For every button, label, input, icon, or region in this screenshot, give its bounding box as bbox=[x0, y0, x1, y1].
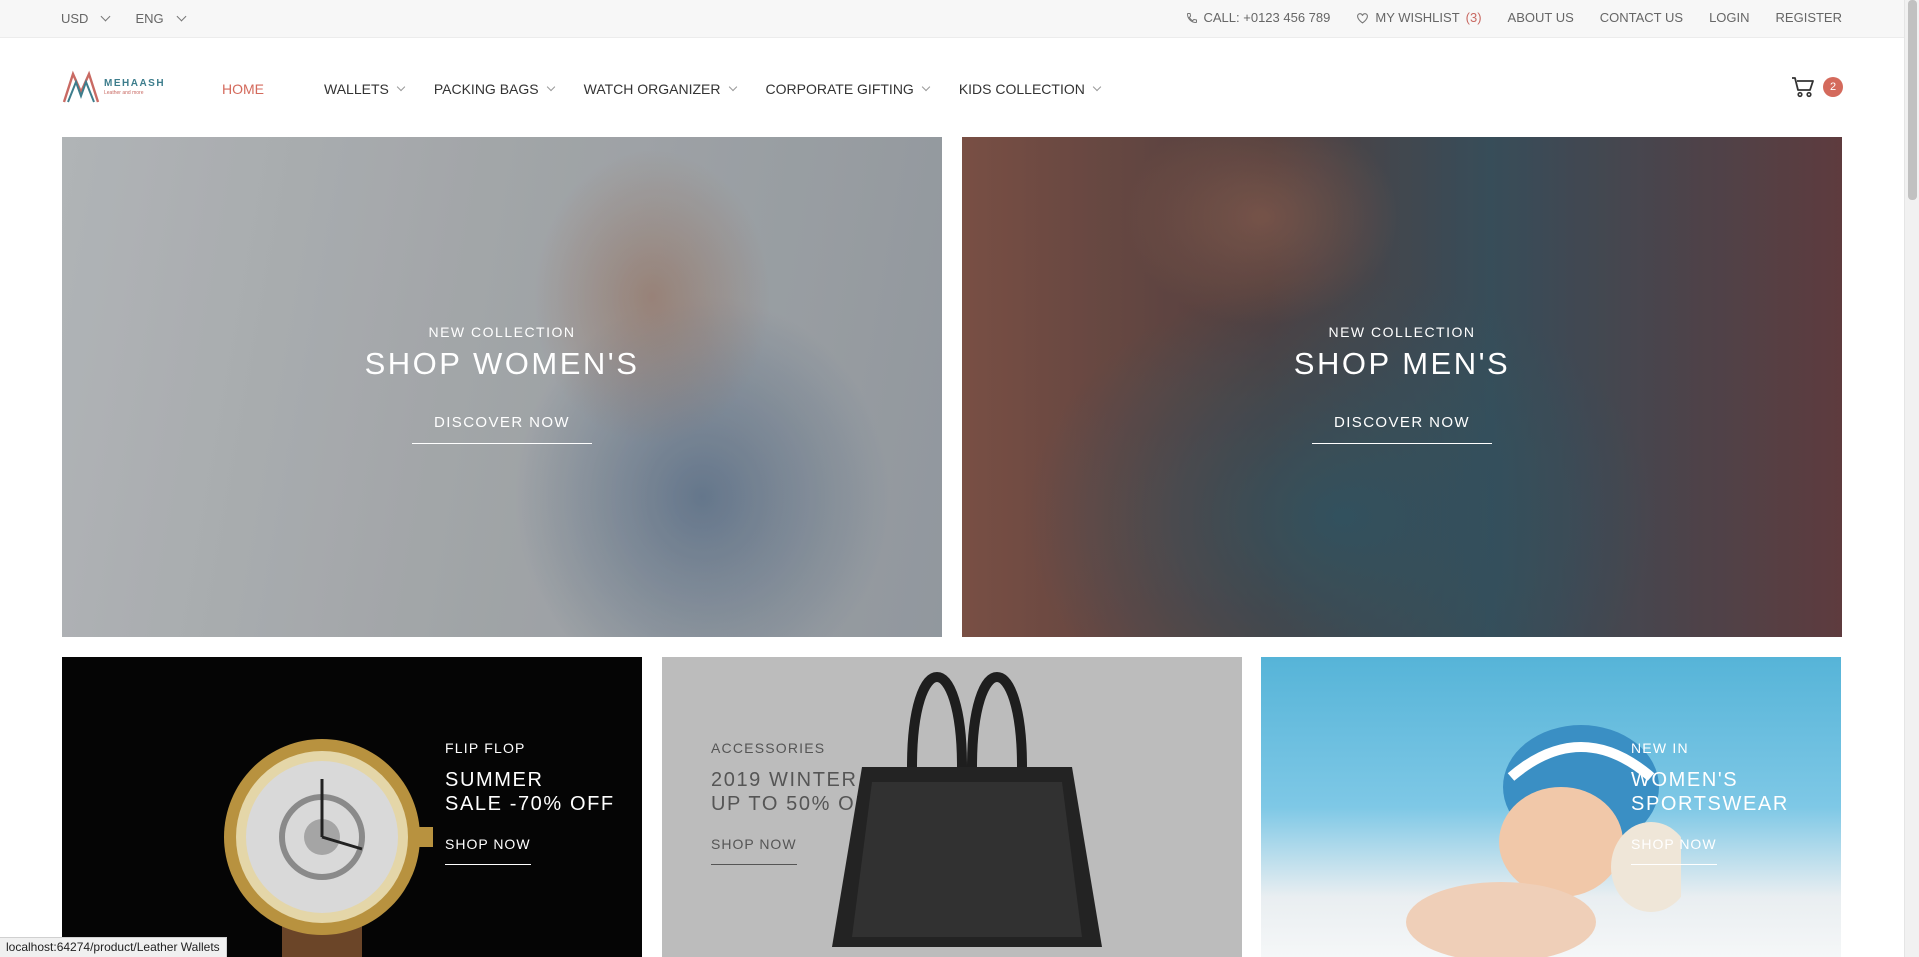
banner-content: NEW COLLECTION SHOP MEN'S DISCOVER NOW bbox=[962, 324, 1842, 444]
logo-mark-icon bbox=[62, 70, 100, 103]
language-selector[interactable]: ENG bbox=[135, 11, 187, 26]
wishlist-count: (3) bbox=[1465, 10, 1482, 25]
tile-subtitle: NEW IN bbox=[1631, 740, 1689, 756]
page-scrollbar[interactable] bbox=[1904, 0, 1919, 957]
nav-label: WATCH ORGANIZER bbox=[583, 81, 721, 97]
handbag-image bbox=[832, 672, 1102, 947]
nav-item-corporate-gifting[interactable]: CORPORATE GIFTING bbox=[765, 81, 931, 97]
currency-value: USD bbox=[61, 11, 89, 26]
nav-label: PACKING BAGS bbox=[433, 81, 539, 97]
call-text: CALL: +0123 456 789 bbox=[1203, 10, 1331, 25]
cart-icon bbox=[1792, 77, 1814, 98]
contact-link[interactable]: CONTACT US bbox=[1600, 10, 1683, 25]
discover-now-button[interactable]: DISCOVER NOW bbox=[412, 414, 592, 444]
nav-item-packing-bags[interactable]: PACKING BAGS bbox=[433, 81, 555, 97]
nav-label: HOME bbox=[222, 81, 264, 97]
chevron-down-icon bbox=[546, 82, 555, 92]
discover-now-button[interactable]: DISCOVER NOW bbox=[1312, 414, 1492, 444]
logo[interactable]: MEHAASH Leather and more bbox=[62, 70, 165, 104]
tile-title: WOMEN'S SPORTSWEAR bbox=[1631, 769, 1789, 815]
login-link[interactable]: LOGIN bbox=[1709, 10, 1749, 25]
about-link[interactable]: ABOUT US bbox=[1508, 10, 1574, 25]
logo-tagline: Leather and more bbox=[104, 89, 144, 96]
watch-image bbox=[224, 739, 433, 957]
chevron-down-icon bbox=[1092, 82, 1102, 92]
nav-label: WALLETS bbox=[324, 81, 389, 97]
tile-title: SUMMER SALE -70% OFF bbox=[445, 769, 615, 815]
call-link[interactable]: CALL: +0123 456 789 bbox=[1186, 10, 1331, 25]
currency-selector[interactable]: USD bbox=[61, 11, 111, 26]
top-bar: USD ENG CALL: +0123 456 789 MY WISHLIST … bbox=[0, 0, 1904, 38]
wishlist-label: MY WISHLIST bbox=[1375, 10, 1460, 25]
tile-content: NEW IN WOMEN'S SPORTSWEAR SHOP NOW bbox=[1631, 740, 1789, 865]
nav-label: CORPORATE GIFTING bbox=[765, 81, 914, 97]
nav-label: KIDS COLLECTION bbox=[958, 81, 1085, 97]
nav-item-wallets[interactable]: WALLETS bbox=[324, 81, 406, 97]
banner-title: SHOP MEN'S bbox=[1293, 346, 1511, 381]
tile-winter-sale[interactable]: ACCESSORIES 2019 WINTER UP TO 50% OFF SH… bbox=[662, 657, 1242, 957]
nav-item-home[interactable]: HOME bbox=[222, 81, 264, 97]
tile-summer-sale[interactable]: FLIP FLOP SUMMER SALE -70% OFF SHOP NOW bbox=[62, 657, 642, 957]
scrollbar-thumb[interactable] bbox=[1908, 0, 1917, 200]
main-header: MEHAASH Leather and more HOME WALLETS PA… bbox=[0, 38, 1904, 137]
banner-shop-womens[interactable]: NEW COLLECTION SHOP WOMEN'S DISCOVER NOW bbox=[62, 137, 942, 637]
banner-subtitle: NEW COLLECTION bbox=[1328, 324, 1476, 340]
shop-now-button[interactable]: SHOP NOW bbox=[1631, 836, 1717, 865]
register-link[interactable]: REGISTER bbox=[1776, 10, 1842, 25]
chevron-down-icon bbox=[921, 82, 931, 92]
banner-subtitle: NEW COLLECTION bbox=[428, 324, 576, 340]
chevron-down-icon bbox=[396, 82, 406, 92]
chevron-down-icon bbox=[101, 11, 111, 22]
chevron-down-icon bbox=[728, 82, 737, 92]
cart-count-badge: 2 bbox=[1823, 77, 1843, 97]
logo-name: MEHAASH bbox=[104, 77, 166, 89]
nav-item-kids-collection[interactable]: KIDS COLLECTION bbox=[958, 81, 1102, 97]
banner-content: NEW COLLECTION SHOP WOMEN'S DISCOVER NOW bbox=[62, 324, 942, 444]
shop-now-button[interactable]: SHOP NOW bbox=[445, 836, 531, 865]
cart-button[interactable]: 2 bbox=[1791, 76, 1843, 98]
banner-shop-mens[interactable]: NEW COLLECTION SHOP MEN'S DISCOVER NOW bbox=[962, 137, 1842, 637]
tile-content: FLIP FLOP SUMMER SALE -70% OFF SHOP NOW bbox=[445, 740, 615, 865]
nav-item-watch-organizer[interactable]: WATCH ORGANIZER bbox=[583, 81, 737, 97]
chevron-down-icon bbox=[176, 11, 187, 22]
tile-subtitle: FLIP FLOP bbox=[445, 740, 526, 756]
tile-womens-sportswear[interactable]: NEW IN WOMEN'S SPORTSWEAR SHOP NOW bbox=[1261, 657, 1841, 957]
language-value: ENG bbox=[135, 11, 164, 26]
browser-status-url: localhost:64274/product/Leather Wallets bbox=[0, 937, 227, 957]
heart-icon bbox=[1357, 12, 1369, 24]
banner-title: SHOP WOMEN'S bbox=[364, 346, 640, 381]
main-nav: HOME WALLETS PACKING BAGS WATCH ORGANIZE… bbox=[222, 81, 1102, 97]
wishlist-link[interactable]: MY WISHLIST (3) bbox=[1356, 10, 1482, 25]
phone-icon bbox=[1186, 12, 1197, 23]
